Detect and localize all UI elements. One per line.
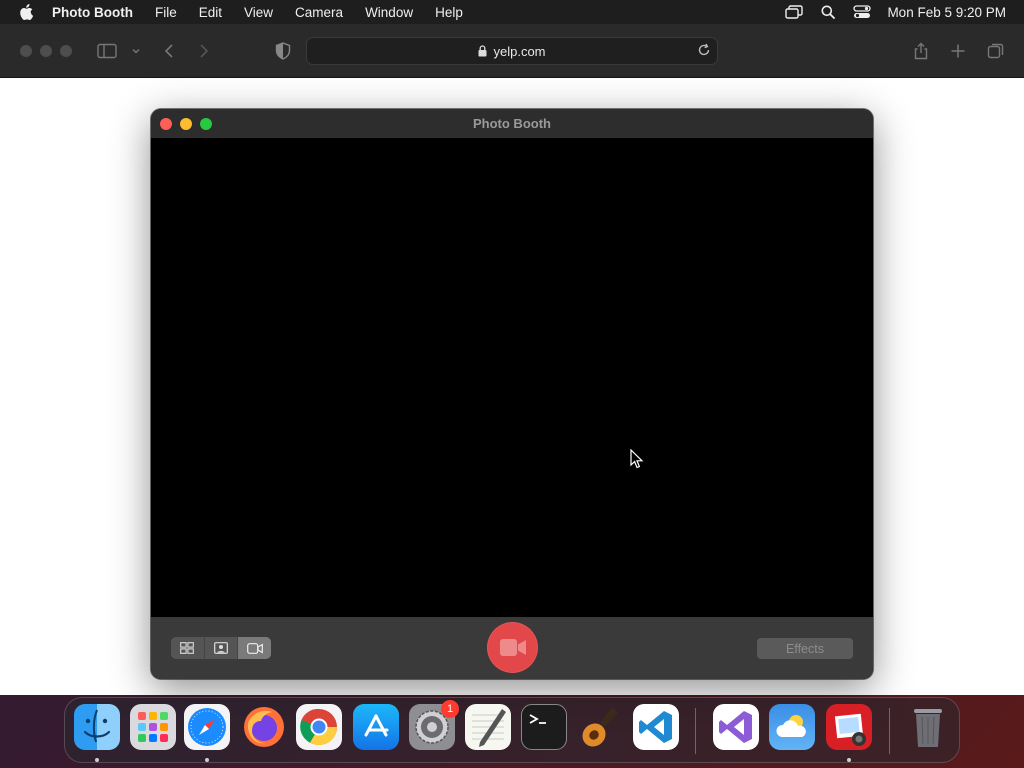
safari-compass-icon <box>188 708 226 746</box>
running-indicator <box>847 758 851 762</box>
close-button[interactable] <box>160 118 172 130</box>
textedit-pen-icon <box>472 709 506 747</box>
visual-studio-icon <box>719 711 752 743</box>
video-camera-icon <box>499 639 526 656</box>
address-bar[interactable]: yelp.com <box>306 37 718 65</box>
dock-vscode[interactable] <box>633 704 679 750</box>
record-button[interactable] <box>487 622 538 673</box>
dock-terminal[interactable] <box>521 704 567 750</box>
single-photo-mode-button[interactable] <box>205 637 239 659</box>
photo-booth-controls-bar: Effects <box>151 617 873 679</box>
tab-overview-icon[interactable] <box>985 40 1007 62</box>
lock-icon <box>478 45 487 57</box>
minimize-button[interactable] <box>180 118 192 130</box>
dock-weather[interactable] <box>769 704 815 750</box>
mouse-cursor-icon <box>630 448 644 469</box>
notification-badge: 1 <box>441 700 459 718</box>
dock-firefox[interactable] <box>241 704 287 750</box>
app-store-icon <box>364 714 389 737</box>
share-icon[interactable] <box>910 40 932 62</box>
back-icon[interactable] <box>158 40 180 62</box>
chrome-icon <box>300 708 337 746</box>
trash-icon <box>914 709 942 747</box>
vscode-icon <box>639 711 672 743</box>
window-controls <box>160 118 212 130</box>
dock-separator <box>889 708 890 754</box>
running-indicator <box>205 758 209 762</box>
photo-booth-window: Photo Booth Effects <box>151 109 873 679</box>
menu-file[interactable]: File <box>144 0 188 24</box>
guitar-icon <box>582 707 618 747</box>
dock-textedit[interactable] <box>465 704 511 750</box>
sidebar-toggle-icon[interactable] <box>96 40 118 62</box>
menu-app-name[interactable]: Photo Booth <box>52 0 144 24</box>
menu-view[interactable]: View <box>233 0 284 24</box>
menu-window[interactable]: Window <box>354 0 424 24</box>
dock-trash[interactable] <box>905 704 951 750</box>
apple-menu-icon[interactable] <box>0 4 52 20</box>
running-indicator <box>95 758 99 762</box>
zoom-dot-icon[interactable] <box>60 45 72 57</box>
video-camera-icon <box>246 642 263 654</box>
grid-icon <box>180 642 195 654</box>
reload-icon[interactable] <box>697 43 711 57</box>
dock-safari[interactable] <box>184 704 230 750</box>
spotlight-search-icon[interactable] <box>811 5 845 19</box>
menu-edit[interactable]: Edit <box>188 0 233 24</box>
dock-photo-booth[interactable] <box>826 704 872 750</box>
dock-chrome[interactable] <box>296 704 342 750</box>
camera-preview <box>151 138 873 617</box>
url-text: yelp.com <box>493 43 546 59</box>
photo-booth-icon <box>834 713 866 746</box>
terminal-icon <box>529 714 546 724</box>
window-title: Photo Booth <box>473 116 551 131</box>
menu-help[interactable]: Help <box>424 0 474 24</box>
portrait-icon <box>214 642 228 654</box>
launchpad-grid-icon <box>138 712 168 742</box>
dock-app-store[interactable] <box>353 704 399 750</box>
privacy-shield-icon[interactable] <box>272 40 294 62</box>
dock-garageband[interactable] <box>577 704 623 750</box>
control-center-icon[interactable] <box>845 5 879 19</box>
dock: 1 <box>64 697 960 763</box>
menu-clock[interactable]: Mon Feb 5 9:20 PM <box>879 5 1024 20</box>
finder-icon <box>83 709 111 743</box>
video-mode-button[interactable] <box>238 637 271 659</box>
menu-camera[interactable]: Camera <box>284 0 354 24</box>
minimize-dot-icon[interactable] <box>40 45 52 57</box>
screen-mirroring-icon[interactable] <box>777 5 811 19</box>
four-photos-mode-button[interactable] <box>171 637 205 659</box>
zoom-button[interactable] <box>200 118 212 130</box>
effects-button[interactable]: Effects <box>757 638 853 659</box>
photo-booth-titlebar[interactable]: Photo Booth <box>151 109 873 138</box>
weather-cloud-icon <box>776 715 806 737</box>
dock-separator <box>695 708 696 754</box>
close-dot-icon[interactable] <box>20 45 32 57</box>
dock-finder[interactable] <box>74 704 120 750</box>
dock-visual-studio[interactable] <box>713 704 759 750</box>
chevron-down-icon[interactable] <box>125 40 147 62</box>
capture-mode-selector <box>171 637 271 659</box>
safari-window-controls[interactable] <box>20 45 72 57</box>
dock-launchpad[interactable] <box>130 704 176 750</box>
forward-icon[interactable] <box>193 40 215 62</box>
menu-bar: Photo Booth File Edit View Camera Window… <box>0 0 1024 24</box>
safari-toolbar: yelp.com <box>0 24 1024 78</box>
firefox-icon <box>244 707 284 747</box>
new-tab-plus-icon[interactable] <box>947 40 969 62</box>
